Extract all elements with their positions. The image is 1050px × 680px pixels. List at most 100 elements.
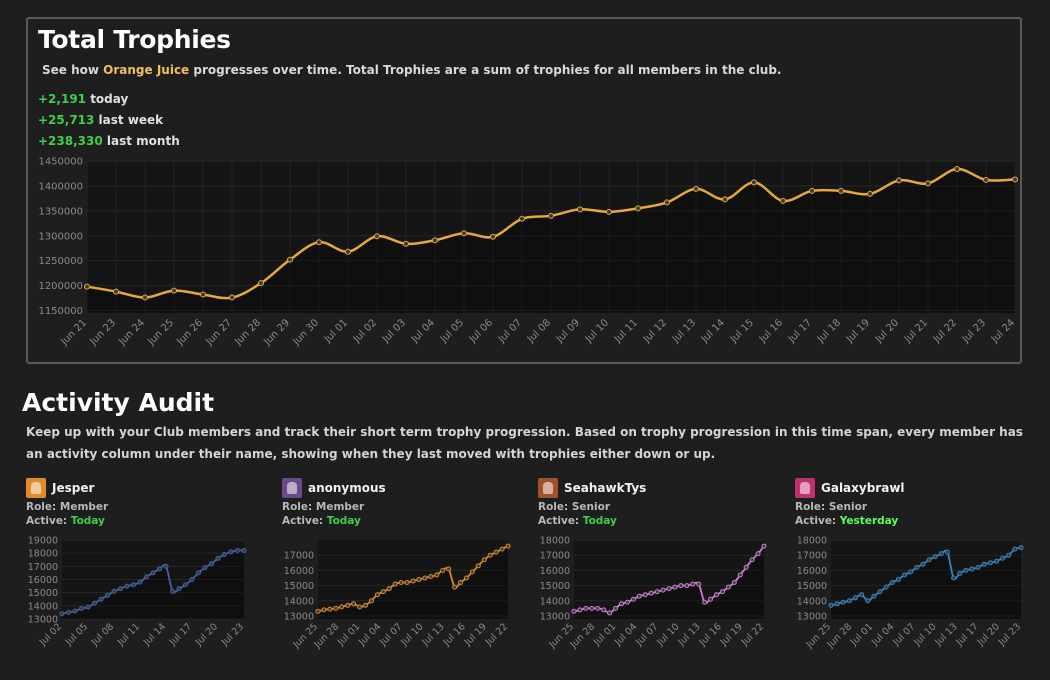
- x-tick-label: Jun 23: [87, 317, 118, 348]
- data-point: [548, 212, 554, 219]
- role-label: Role:: [795, 501, 829, 513]
- data-point: [883, 584, 889, 590]
- x-tick-label: Jul 23: [960, 317, 988, 345]
- x-tick-label: Jul 04: [356, 621, 383, 648]
- data-point: [838, 187, 844, 194]
- data-point: [780, 197, 786, 204]
- data-point: [696, 581, 702, 587]
- member-role: Role: Member: [282, 501, 364, 513]
- data-point: [92, 600, 97, 606]
- x-tick-label: Jul 17: [954, 621, 981, 648]
- y-tick-label: 17000: [28, 562, 58, 573]
- x-tick-label: Jun 26: [174, 317, 205, 348]
- y-tick-label: 13000: [540, 611, 570, 622]
- data-point: [392, 581, 398, 587]
- data-point: [932, 554, 938, 560]
- member-trophy-chart[interactable]: 13000140001500016000170001800019000Jul 0…: [26, 533, 248, 675]
- data-point: [1006, 552, 1012, 558]
- x-tick-label: Jul 05: [438, 317, 466, 345]
- x-tick-label: Jul 17: [167, 621, 194, 648]
- data-point: [327, 606, 333, 612]
- data-point: [737, 572, 743, 578]
- data-point: [241, 548, 247, 554]
- data-point: [1000, 555, 1006, 561]
- data-point: [969, 566, 975, 572]
- stat-today: +2,191 today: [38, 89, 180, 110]
- data-point: [170, 588, 175, 594]
- data-point: [189, 577, 195, 582]
- x-tick-label: Jul 11: [115, 621, 142, 648]
- data-point: [487, 552, 493, 558]
- data-point: [374, 592, 380, 598]
- data-point: [583, 605, 589, 611]
- club-name-link[interactable]: Orange Juice: [103, 63, 189, 77]
- stat-month-value: +238,330: [38, 134, 103, 148]
- x-tick-label: Jul 20: [975, 621, 1002, 648]
- y-tick-label: 17000: [797, 551, 827, 562]
- data-point: [363, 602, 368, 608]
- member-name[interactable]: SeahawkTys: [564, 481, 646, 495]
- data-point: [607, 610, 613, 616]
- x-tick-label: Jul 22: [931, 317, 959, 345]
- member-name[interactable]: Galaxybrawl: [821, 481, 905, 495]
- member-card-seahawktys: SeahawkTys Role: Senior Active: Today 13…: [538, 477, 778, 677]
- x-tick-label: Jul 04: [869, 621, 896, 648]
- role-label: Role:: [26, 501, 60, 513]
- stat-week: +25,713 last week: [38, 110, 180, 131]
- stat-month-label: last month: [102, 134, 180, 148]
- data-point: [59, 611, 65, 617]
- data-point: [440, 567, 446, 573]
- member-role: Role: Senior: [538, 501, 610, 513]
- member-header: anonymous: [282, 477, 386, 499]
- data-point: [846, 598, 852, 604]
- avatar: [538, 478, 558, 498]
- member-card-jesper: Jesper Role: Member Active: Today 13000 1…: [26, 477, 266, 677]
- x-tick-label: Jul 04: [612, 621, 639, 648]
- x-tick-label: Jul 16: [697, 621, 724, 648]
- data-point: [228, 549, 234, 555]
- x-tick-label: Jul 09: [554, 317, 582, 345]
- data-point: [749, 557, 755, 563]
- member-header: SeahawkTys: [538, 477, 646, 499]
- activity-audit-title: Activity Audit: [22, 388, 215, 417]
- data-point: [571, 608, 577, 614]
- member-name[interactable]: Jesper: [52, 481, 94, 495]
- data-point: [613, 605, 619, 611]
- stat-today-value: +2,191: [38, 92, 87, 106]
- data-point: [142, 294, 148, 301]
- data-point: [403, 240, 409, 247]
- data-point: [867, 190, 873, 197]
- y-tick-label: 18000: [797, 536, 827, 547]
- x-tick-label: Jul 01: [322, 317, 350, 345]
- member-trophy-chart[interactable]: 130001400015000160001700018000Jun 25Jun …: [538, 533, 768, 675]
- member-name[interactable]: anonymous: [308, 481, 386, 495]
- x-tick-label: Jul 18: [815, 317, 843, 345]
- total-trophies-chart[interactable]: 1150000 1200000 1250000 1300000 1350000 14000…: [28, 149, 1020, 364]
- data-point: [124, 583, 130, 589]
- stat-week-value: +25,713: [38, 113, 95, 127]
- data-point: [144, 574, 149, 580]
- y-tick-label: 14000: [284, 596, 314, 607]
- data-point: [708, 596, 714, 602]
- x-tick-label: Jul 04: [409, 317, 437, 345]
- x-tick-label: Jul 16: [441, 621, 468, 648]
- x-tick-label: Jul 13: [676, 621, 703, 648]
- data-point: [601, 607, 607, 613]
- member-active: Active: Today: [282, 515, 361, 527]
- x-tick-label: Jul 07: [890, 621, 917, 648]
- data-point: [714, 592, 719, 598]
- data-point: [871, 593, 877, 599]
- member-trophy-chart[interactable]: 130001400015000160001700018000Jun 25Jun …: [795, 533, 1025, 675]
- data-point: [196, 570, 201, 576]
- x-tick-label: Jul 12: [641, 317, 669, 345]
- x-tick-label: Jul 07: [496, 317, 524, 345]
- data-point: [333, 605, 339, 611]
- x-tick-label: Jul 20: [873, 317, 901, 345]
- data-point: [357, 604, 363, 610]
- member-trophy-chart[interactable]: 1300014000150001600017000Jun 25Jun 28Jul…: [282, 533, 512, 675]
- data-point: [606, 208, 612, 215]
- data-point: [577, 206, 583, 213]
- x-tick-label: Jul 01: [335, 621, 362, 648]
- data-point: [315, 608, 321, 614]
- data-point: [79, 605, 84, 611]
